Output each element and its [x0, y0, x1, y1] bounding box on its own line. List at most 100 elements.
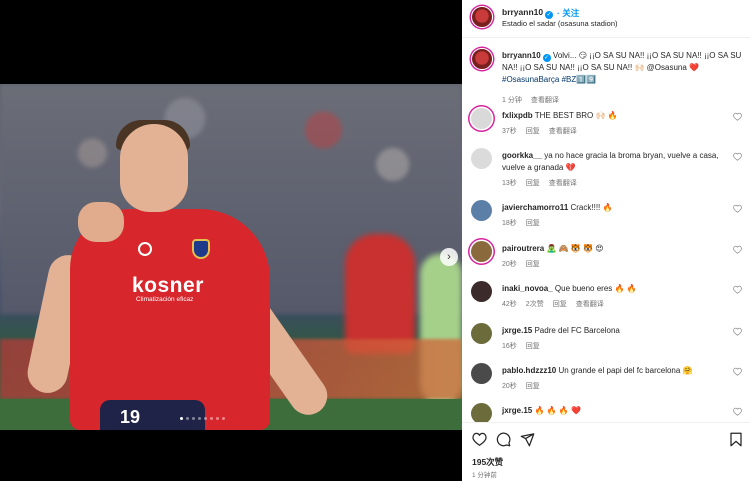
follow-button[interactable]: · 关注	[557, 7, 579, 19]
comment-time: 16秒	[502, 343, 517, 350]
heart-icon	[733, 407, 742, 416]
verified-icon: ✓	[545, 11, 554, 19]
comment-avatar[interactable]	[471, 403, 492, 422]
comment-time: 13秒	[502, 180, 517, 187]
comment-icon	[496, 432, 510, 446]
shirt-sponsor-sub: Climatización eficaz	[136, 296, 194, 303]
reply-button[interactable]: 回复	[526, 126, 540, 136]
comment-like-button[interactable]	[733, 112, 742, 121]
follow-label[interactable]: 关注	[562, 8, 579, 18]
caption-translate[interactable]: 查看翻译	[531, 95, 559, 105]
heart-icon	[733, 327, 742, 336]
carousel-dot	[192, 417, 195, 420]
reply-button[interactable]: 回复	[553, 299, 567, 309]
comment-body: Padre del FC Barcelona	[532, 326, 620, 335]
caption-meta: 1 分钟 查看翻译	[502, 95, 559, 105]
comment-username[interactable]: goorkka__	[502, 151, 542, 160]
share-icon	[520, 432, 534, 446]
post-actions: 195次赞 1 分钟前	[462, 422, 750, 481]
comment-text: javierchamorro11 Crack!!!! 🔥	[502, 202, 742, 214]
comment-meta: 42秒 2次赞 回复 查看翻译	[502, 299, 604, 309]
comment-avatar[interactable]	[471, 241, 492, 262]
comments-scroll[interactable]: brryann10 ✓ Volvi... 😏 ¡¡O SA SU NA!! ¡¡O…	[462, 38, 750, 422]
comment-time: 20秒	[502, 383, 517, 390]
comment-like-button[interactable]	[733, 245, 742, 254]
reply-button[interactable]: 回复	[526, 178, 540, 188]
comment-username[interactable]: fxlixpdb	[502, 111, 533, 120]
post-side-panel: brryann10 ✓ · 关注 Estadio el sadar (osasun…	[462, 0, 750, 481]
photo-player-hand	[78, 202, 124, 242]
comment-time: 20秒	[502, 261, 517, 268]
post-header: brryann10 ✓ · 关注 Estadio el sadar (osasun…	[462, 0, 750, 38]
author-avatar[interactable]	[471, 6, 493, 28]
comment-avatar[interactable]	[471, 281, 492, 302]
reply-button[interactable]: 回复	[526, 381, 540, 391]
comment-like-button[interactable]	[733, 327, 742, 336]
reply-button[interactable]: 回复	[526, 341, 540, 351]
comment-username[interactable]: jxrge.15	[502, 326, 532, 335]
comment-button[interactable]	[495, 431, 511, 447]
comment-meta: 37秒 回复 查看翻译	[502, 126, 577, 136]
post-photo[interactable]: kosner Climatización eficaz 19	[0, 84, 462, 430]
instagram-post-modal: kosner Climatización eficaz 19 › brryann…	[0, 0, 750, 481]
carousel-dot	[222, 417, 225, 420]
comment-time: 37秒	[502, 128, 517, 135]
translate-button[interactable]: 查看翻译	[549, 178, 577, 188]
like-button[interactable]	[471, 431, 487, 447]
caption-text: brryann10 ✓ Volvi... 😏 ¡¡O SA SU NA!! ¡¡O…	[502, 50, 742, 86]
comment-like-count[interactable]: 2次赞	[526, 299, 544, 309]
comment-username[interactable]: javierchamorro11	[502, 203, 568, 212]
comment-body: 🔥 🔥 🔥 ❤️	[532, 406, 581, 415]
next-slide-button[interactable]: ›	[440, 248, 458, 266]
carousel-dot	[180, 417, 183, 420]
comment-username[interactable]: inaki_novoa_	[502, 284, 553, 293]
comment-meta: 20秒 回复	[502, 381, 540, 391]
share-button[interactable]	[519, 431, 535, 447]
author-username[interactable]: brryann10 ✓	[502, 7, 554, 19]
post-location[interactable]: Estadio el sadar (osasuna stadion)	[502, 19, 618, 28]
like-count[interactable]: 195次赞	[472, 456, 503, 468]
comment-username[interactable]: jxrge.15	[502, 406, 532, 415]
translate-button[interactable]: 查看翻译	[576, 299, 604, 309]
heart-icon	[733, 204, 742, 213]
reply-button[interactable]: 回复	[526, 259, 540, 269]
comment-text: jxrge.15 🔥 🔥 🔥 ❤️	[502, 405, 742, 417]
bookmark-icon	[730, 432, 742, 446]
media-pane: kosner Climatización eficaz 19 ›	[0, 0, 462, 481]
carousel-dot	[204, 417, 207, 420]
comment-like-button[interactable]	[733, 204, 742, 213]
carousel-dot	[216, 417, 219, 420]
caption-avatar[interactable]	[471, 48, 493, 70]
caption-username[interactable]: brryann10	[502, 51, 541, 60]
heart-icon	[733, 285, 742, 294]
comment-avatar[interactable]	[471, 323, 492, 344]
heart-icon	[733, 152, 742, 161]
comment-avatar[interactable]	[471, 108, 492, 129]
comment-body: Que bueno eres 🔥 🔥	[552, 284, 637, 293]
kit-brand-logo	[138, 242, 152, 256]
translate-button[interactable]: 查看翻译	[549, 126, 577, 136]
comment-like-button[interactable]	[733, 152, 742, 161]
heart-icon	[733, 245, 742, 254]
comment-avatar[interactable]	[471, 200, 492, 221]
reply-button[interactable]: 回复	[526, 218, 540, 228]
shirt-number: 19	[120, 407, 141, 427]
comment-like-button[interactable]	[733, 285, 742, 294]
comment-avatar[interactable]	[471, 148, 492, 169]
comment-username[interactable]: pablo.hdzzz10	[502, 366, 556, 375]
caption-hashtags[interactable]: #OsasunaBarça #BZ1️⃣9️⃣	[502, 75, 596, 84]
comment-username[interactable]: pairoutrera	[502, 244, 544, 253]
comment-text: pablo.hdzzz10 Un grande el papi del fc b…	[502, 365, 742, 377]
carousel-dot	[210, 417, 213, 420]
comment-like-button[interactable]	[733, 367, 742, 376]
heart-icon	[733, 367, 742, 376]
comment-body: 🧟‍♂️ 🙈 🐯 🐯 😍	[544, 244, 604, 253]
comment-body: THE BEST BRO 🙌🏻 🔥	[532, 111, 618, 120]
author-username-text[interactable]: brryann10	[502, 7, 543, 17]
comment-like-button[interactable]	[733, 407, 742, 416]
save-button[interactable]	[728, 431, 744, 447]
comment-text: jxrge.15 Padre del FC Barcelona	[502, 325, 742, 337]
photo-player-head	[120, 124, 188, 212]
comment-meta: 13秒 回复 查看翻译	[502, 178, 577, 188]
comment-avatar[interactable]	[471, 363, 492, 384]
